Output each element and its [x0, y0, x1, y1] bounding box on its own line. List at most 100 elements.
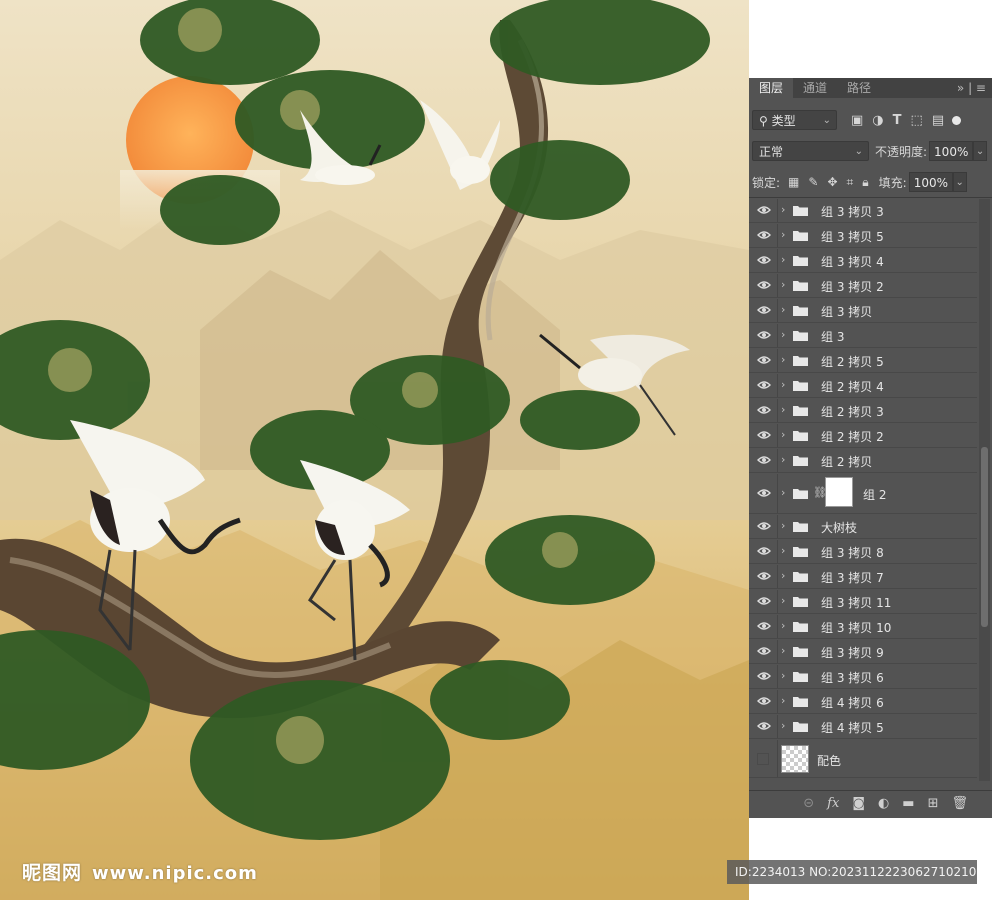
layer-row[interactable]: › 组 2 拷贝 3: [749, 399, 977, 423]
layer-thumbnail[interactable]: [781, 745, 809, 773]
chevron-right-icon[interactable]: ›: [781, 378, 785, 391]
eye-icon[interactable]: [757, 596, 771, 606]
chevron-right-icon[interactable]: ›: [781, 544, 785, 557]
layer-row[interactable]: › 组 3 拷贝 10: [749, 615, 977, 639]
layer-row[interactable]: › 组 2 拷贝 2: [749, 424, 977, 448]
chevron-right-icon[interactable]: ›: [781, 619, 785, 632]
panel-menu-icon[interactable]: » | ≡: [957, 78, 986, 98]
new-group-icon[interactable]: ▬: [902, 796, 914, 811]
add-mask-icon[interactable]: ◙: [852, 796, 865, 811]
layer-row[interactable]: 配色: [749, 740, 977, 778]
layer-row[interactable]: › 组 3 拷贝 7: [749, 565, 977, 589]
layer-row[interactable]: › 组 2 拷贝 5: [749, 349, 977, 373]
chevron-right-icon[interactable]: ›: [781, 278, 785, 291]
tab-channels[interactable]: 通道: [793, 78, 837, 98]
eye-icon[interactable]: [757, 255, 771, 265]
layer-mask-thumbnail[interactable]: [825, 477, 853, 507]
smart-object-filter-icon[interactable]: ▤: [932, 113, 944, 128]
eye-icon[interactable]: [757, 671, 771, 681]
scrollbar-thumb[interactable]: [981, 447, 988, 627]
opacity-dropdown-icon[interactable]: ⌄: [973, 141, 988, 161]
delete-icon[interactable]: 🗑︎: [951, 796, 968, 811]
tab-paths[interactable]: 路径: [837, 78, 881, 98]
chevron-right-icon[interactable]: ›: [781, 644, 785, 657]
chevron-right-icon[interactable]: ›: [781, 486, 785, 499]
eye-icon[interactable]: [757, 430, 771, 440]
link-layers-icon[interactable]: ⊝: [803, 796, 814, 811]
chevron-right-icon[interactable]: ›: [781, 303, 785, 316]
eye-icon[interactable]: [757, 521, 771, 531]
image-filter-icon[interactable]: ▣: [851, 113, 863, 128]
eye-icon[interactable]: [757, 646, 771, 656]
layer-row[interactable]: › 组 3 拷贝 6: [749, 665, 977, 689]
eye-icon[interactable]: [757, 355, 771, 365]
eye-icon[interactable]: [757, 330, 771, 340]
chevron-right-icon[interactable]: ›: [781, 694, 785, 707]
chevron-right-icon[interactable]: ›: [781, 594, 785, 607]
layer-list-scrollbar[interactable]: [979, 199, 990, 781]
eye-icon[interactable]: [757, 305, 771, 315]
eye-icon[interactable]: [757, 546, 771, 556]
fill-input[interactable]: 100%: [908, 172, 953, 192]
chevron-right-icon[interactable]: ›: [781, 669, 785, 682]
shape-filter-icon[interactable]: ⬚: [911, 113, 923, 128]
chevron-right-icon[interactable]: ›: [781, 228, 785, 241]
layer-row[interactable]: › 组 3 拷贝 5: [749, 224, 977, 248]
chevron-right-icon[interactable]: ›: [781, 719, 785, 732]
fx-icon[interactable]: fx: [827, 796, 839, 811]
chevron-right-icon[interactable]: ›: [781, 428, 785, 441]
layer-row[interactable]: › 组 2 拷贝: [749, 449, 977, 473]
type-filter-icon[interactable]: T: [893, 113, 902, 128]
opacity-input[interactable]: 100%: [929, 141, 974, 161]
adjustment-filter-icon[interactable]: ◑: [872, 113, 883, 128]
eye-icon[interactable]: [757, 488, 771, 498]
visibility-toggle[interactable]: [757, 753, 769, 765]
chevron-right-icon[interactable]: ›: [781, 453, 785, 466]
eye-icon[interactable]: [757, 380, 771, 390]
layer-name: 组 3 拷贝 4: [821, 255, 884, 269]
lock-image-icon[interactable]: ✎: [808, 175, 818, 190]
document-canvas[interactable]: 昵图网 www.nipic.com: [0, 0, 749, 900]
eye-icon[interactable]: [757, 230, 771, 240]
layer-row[interactable]: › 组 3 拷贝 3: [749, 199, 977, 223]
eye-icon[interactable]: [757, 280, 771, 290]
layer-row[interactable]: › ⛓ 组 2: [749, 474, 977, 514]
new-layer-icon[interactable]: ⊞: [928, 796, 939, 811]
chevron-right-icon[interactable]: ›: [781, 519, 785, 532]
layer-row[interactable]: › 组 3 拷贝: [749, 299, 977, 323]
layer-row[interactable]: › 组 3 拷贝 11: [749, 590, 977, 614]
layer-name: 组 3: [821, 330, 845, 344]
eye-icon[interactable]: [757, 405, 771, 415]
chevron-right-icon[interactable]: ›: [781, 253, 785, 266]
eye-icon[interactable]: [757, 696, 771, 706]
chevron-right-icon[interactable]: ›: [781, 353, 785, 366]
layer-row[interactable]: › 组 4 拷贝 6: [749, 690, 977, 714]
eye-icon[interactable]: [757, 571, 771, 581]
layer-row[interactable]: › 组 3 拷贝 2: [749, 274, 977, 298]
lock-all-icon[interactable]: 🔒︎: [862, 175, 868, 190]
layer-row[interactable]: › 组 3 拷贝 9: [749, 640, 977, 664]
lock-transparent-icon[interactable]: ▦: [788, 175, 799, 190]
eye-icon[interactable]: [757, 455, 771, 465]
eye-icon[interactable]: [757, 721, 771, 731]
chevron-right-icon[interactable]: ›: [781, 203, 785, 216]
layer-row[interactable]: › 组 3 拷贝 4: [749, 249, 977, 273]
chevron-right-icon[interactable]: ›: [781, 569, 785, 582]
tab-layers[interactable]: 图层: [749, 78, 794, 98]
layer-row[interactable]: › 组 3: [749, 324, 977, 348]
layer-row[interactable]: › 大树枝: [749, 515, 977, 539]
lock-artboard-icon[interactable]: ⌗: [847, 175, 854, 190]
layer-row[interactable]: › 组 2 拷贝 4: [749, 374, 977, 398]
filter-kind-select[interactable]: ⚲ 类型 ⌄: [752, 110, 837, 130]
adjustment-layer-icon[interactable]: ◐: [878, 796, 889, 811]
fill-dropdown-icon[interactable]: ⌄: [952, 172, 967, 192]
blend-mode-select[interactable]: 正常 ⌄: [752, 141, 869, 161]
eye-icon[interactable]: [757, 621, 771, 631]
eye-icon[interactable]: [757, 205, 771, 215]
layer-row[interactable]: › 组 4 拷贝 5: [749, 715, 977, 739]
layer-row[interactable]: › 组 3 拷贝 8: [749, 540, 977, 564]
chevron-right-icon[interactable]: ›: [781, 403, 785, 416]
filter-toggle[interactable]: [952, 115, 962, 125]
lock-position-icon[interactable]: ✥: [827, 175, 837, 190]
chevron-right-icon[interactable]: ›: [781, 328, 785, 341]
